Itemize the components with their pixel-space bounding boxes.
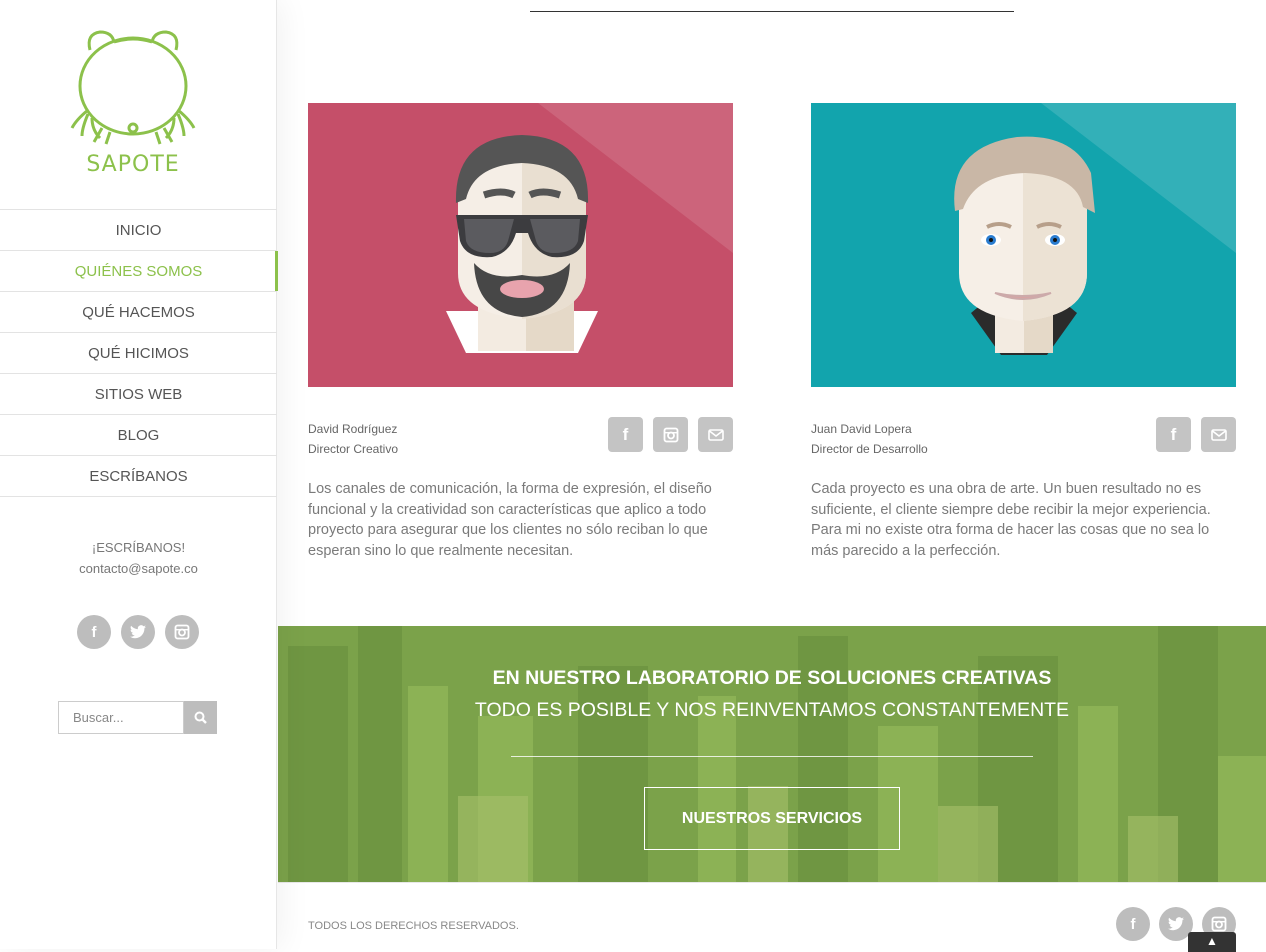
nav-item-que-hacemos[interactable]: QUÉ HACEMOS xyxy=(0,292,277,333)
team-member-card: Juan David Lopera Director de Desarrollo… xyxy=(811,103,1236,561)
nav-item-blog[interactable]: BLOG xyxy=(0,415,277,456)
sidebar: SAPOTE INICIO QUIÉNES SOMOS QUÉ HACEMOS … xyxy=(0,0,278,949)
instagram-icon[interactable] xyxy=(653,417,688,452)
facebook-icon[interactable]: f xyxy=(1116,907,1150,941)
services-button[interactable]: NUESTROS SERVICIOS xyxy=(644,787,900,850)
copyright-text: TODOS LOS DERECHOS RESERVADOS. xyxy=(308,920,519,932)
search-input[interactable] xyxy=(58,701,184,734)
banner-divider xyxy=(511,756,1033,757)
member-bio: Cada proyecto es una obra de arte. Un bu… xyxy=(811,481,1211,559)
contact-block: ¡ESCRÍBANOS! contacto@sapote.co xyxy=(0,537,277,579)
member-social: f xyxy=(608,417,733,452)
sidebar-social: f xyxy=(77,615,199,649)
sapote-logo[interactable]: SAPOTE xyxy=(66,28,200,180)
facebook-icon[interactable]: f xyxy=(77,615,111,649)
contact-heading: ¡ESCRÍBANOS! xyxy=(91,540,186,555)
member-portrait xyxy=(811,103,1236,387)
frog-logo-icon xyxy=(70,30,196,145)
nav-item-sitios-web[interactable]: SITIOS WEB xyxy=(0,374,277,415)
search-button[interactable] xyxy=(184,701,217,734)
chevron-up-icon: ▲ xyxy=(1206,934,1218,948)
nav-item-escribanos[interactable]: ESCRÍBANOS xyxy=(0,456,277,497)
nav-item-que-hicimos[interactable]: QUÉ HICIMOS xyxy=(0,333,277,374)
twitter-icon[interactable] xyxy=(121,615,155,649)
divider xyxy=(530,11,1014,12)
nav-item-quienes-somos[interactable]: QUIÉNES SOMOS xyxy=(0,251,278,292)
member-social: f xyxy=(1156,417,1236,452)
services-banner: EN NUESTRO LABORATORIO DE SOLUCIONES CRE… xyxy=(278,626,1266,882)
search-icon xyxy=(194,711,207,724)
scroll-to-top-button[interactable]: ▲ xyxy=(1188,932,1236,952)
member-bio: Los canales de comunicación, la forma de… xyxy=(308,481,712,559)
team-member-card: David Rodríguez Director Creativo f Los … xyxy=(308,103,733,561)
instagram-icon[interactable] xyxy=(165,615,199,649)
email-icon[interactable] xyxy=(1201,417,1236,452)
contact-email-link[interactable]: contacto@sapote.co xyxy=(0,558,277,579)
banner-title: EN NUESTRO LABORATORIO DE SOLUCIONES CRE… xyxy=(492,667,1052,689)
avatar-illustration-icon xyxy=(438,103,733,353)
facebook-icon[interactable]: f xyxy=(1156,417,1191,452)
search-form xyxy=(58,701,217,734)
facebook-icon[interactable]: f xyxy=(608,417,643,452)
nav-item-inicio[interactable]: INICIO xyxy=(0,210,277,251)
email-icon[interactable] xyxy=(698,417,733,452)
member-portrait xyxy=(308,103,733,387)
banner-subtitle: TODO ES POSIBLE Y NOS REINVENTAMOS CONST… xyxy=(474,699,1070,721)
logo-text: SAPOTE xyxy=(86,152,180,177)
main-nav: INICIO QUIÉNES SOMOS QUÉ HACEMOS QUÉ HIC… xyxy=(0,209,278,497)
main-content: David Rodríguez Director Creativo f Los … xyxy=(278,0,1266,952)
avatar-illustration-icon xyxy=(941,103,1236,355)
footer: TODOS LOS DERECHOS RESERVADOS. f ▲ xyxy=(278,882,1266,952)
